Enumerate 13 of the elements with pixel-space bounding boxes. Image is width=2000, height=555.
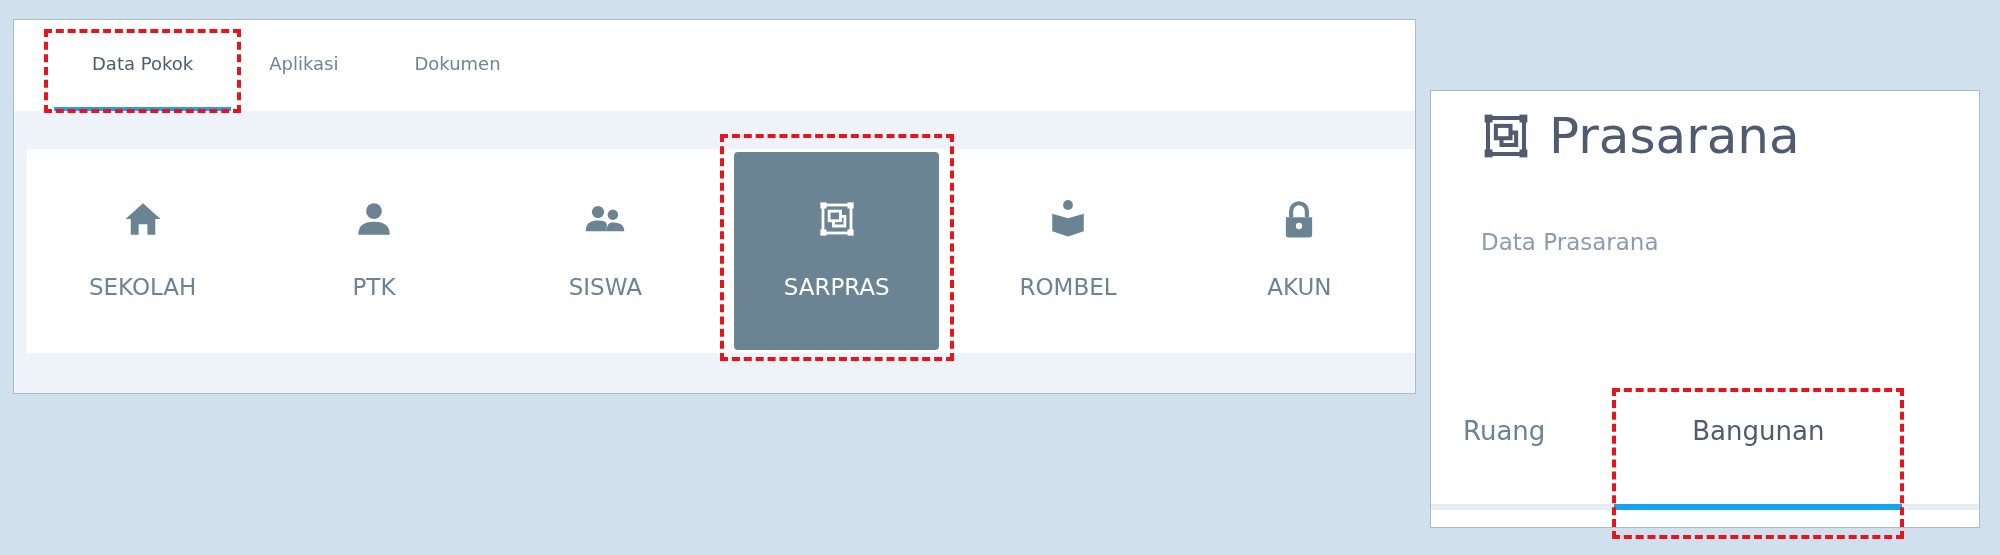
panel-title: Prasarana <box>1549 107 1800 165</box>
module-tile[interactable]: ROMBEL <box>965 152 1171 350</box>
module-tile[interactable]: SISWA <box>502 152 708 350</box>
module-tile[interactable]: PTK <box>271 152 477 350</box>
panel-subtitle: Data Prasarana <box>1481 229 1660 255</box>
tab[interactable]: Bangunan <box>1614 400 1903 510</box>
module-tile[interactable]: SARPRAS <box>734 152 940 350</box>
tab[interactable]: Data Pokok <box>54 20 232 111</box>
module-tile[interactable]: SEKOLAH <box>40 152 246 350</box>
tab[interactable]: Dokumen <box>376 20 539 111</box>
tab[interactable]: Ruang <box>1431 400 1578 510</box>
module-tile[interactable]: AKUN <box>1196 152 1402 350</box>
tab[interactable]: Aplikasi <box>231 20 377 111</box>
